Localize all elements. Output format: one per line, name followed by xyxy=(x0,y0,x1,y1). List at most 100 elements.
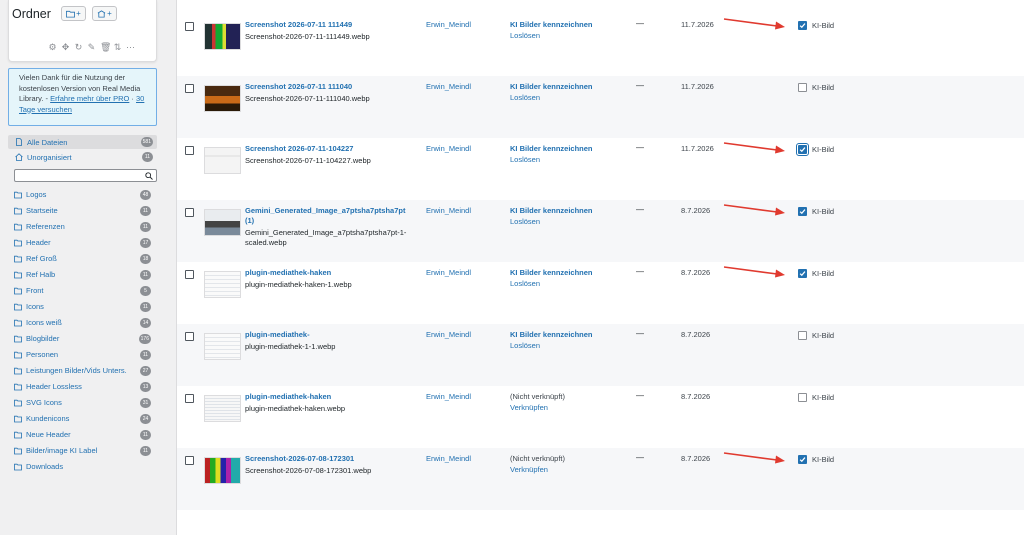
folder-item[interactable]: Header Lossless 13 xyxy=(14,380,157,393)
folder-count: 11 xyxy=(140,301,151,312)
ki-image-checkbox[interactable] xyxy=(798,21,807,30)
ki-image-checkbox[interactable] xyxy=(798,269,807,278)
new-collection-button[interactable]: + xyxy=(92,6,117,21)
author-link[interactable]: Erwin_Meindl xyxy=(426,20,471,29)
more-icon[interactable]: ⋯ xyxy=(126,42,135,53)
learn-more-link[interactable]: Erfahre mehr über PRO xyxy=(50,94,129,103)
folder-count: 11 xyxy=(140,221,151,232)
media-title-link[interactable]: plugin-mediathek- xyxy=(245,330,310,340)
folder-icon xyxy=(14,383,22,390)
author-link[interactable]: Erwin_Meindl xyxy=(426,392,471,401)
media-title-link[interactable]: Screenshot 2026-07-11-104227 xyxy=(245,144,353,154)
folder-item[interactable]: Ref Halb 11 xyxy=(14,268,157,281)
media-thumbnail[interactable] xyxy=(204,147,241,174)
folder-item[interactable]: SVG Icons 31 xyxy=(14,396,157,409)
media-thumbnail[interactable] xyxy=(204,271,241,298)
attach-action-link[interactable]: Verknüpfen xyxy=(510,403,548,412)
folder-item[interactable]: Bilder/image KI Label 11 xyxy=(14,444,157,457)
unorganized-count: 11 xyxy=(142,152,153,162)
folder-item[interactable]: Icons 11 xyxy=(14,300,157,313)
author-link[interactable]: Erwin_Meindl xyxy=(426,330,471,339)
row-select-checkbox[interactable] xyxy=(185,456,194,465)
attachment-status[interactable]: KI Bilder kennzeichnen xyxy=(510,268,593,277)
author-link[interactable]: Erwin_Meindl xyxy=(426,268,471,277)
ki-image-label: KI-Bild xyxy=(812,393,835,402)
attach-action-link[interactable]: Verknüpfen xyxy=(510,465,548,474)
media-title-link[interactable]: Screenshot-2026-07-08-172301 xyxy=(245,454,354,464)
refresh-icon[interactable]: ↻ xyxy=(74,42,83,53)
folder-label: Header xyxy=(26,238,51,247)
author-link[interactable]: Erwin_Meindl xyxy=(426,82,471,91)
author-link[interactable]: Erwin_Meindl xyxy=(426,144,471,153)
edit-icon[interactable]: ✎ xyxy=(87,42,96,53)
media-thumbnail[interactable] xyxy=(204,209,241,236)
folder-item[interactable]: Icons weiß 14 xyxy=(14,316,157,329)
folder-icon xyxy=(14,287,22,294)
folder-search-input[interactable] xyxy=(14,169,157,182)
media-title-link[interactable]: plugin-mediathek-haken xyxy=(245,392,331,402)
folder-item[interactable]: Referenzen 11 xyxy=(14,220,157,233)
media-thumbnail[interactable] xyxy=(204,395,241,422)
row-select-checkbox[interactable] xyxy=(185,84,194,93)
media-title-link[interactable]: plugin-mediathek-haken xyxy=(245,268,331,278)
row-select-checkbox[interactable] xyxy=(185,394,194,403)
trash-icon[interactable]: 🗑 xyxy=(100,42,111,53)
attachment-status[interactable]: KI Bilder kennzeichnen xyxy=(510,20,593,29)
attach-action-link[interactable]: Loslösen xyxy=(510,31,540,40)
attachment-status[interactable]: KI Bilder kennzeichnen xyxy=(510,82,593,91)
media-thumbnail[interactable] xyxy=(204,85,241,112)
ki-image-checkbox[interactable] xyxy=(798,83,807,92)
folder-item[interactable]: Header 17 xyxy=(14,236,157,249)
author-link[interactable]: Erwin_Meindl xyxy=(426,206,471,215)
folder-item[interactable]: Logos 48 xyxy=(14,188,157,201)
row-select-checkbox[interactable] xyxy=(185,146,194,155)
ki-image-checkbox[interactable] xyxy=(796,143,809,156)
attach-action-link[interactable]: Loslösen xyxy=(510,279,540,288)
row-select-checkbox[interactable] xyxy=(185,332,194,341)
folder-item[interactable]: Neue Header 11 xyxy=(14,428,157,441)
media-thumbnail[interactable] xyxy=(204,457,241,484)
media-thumbnail[interactable] xyxy=(204,23,241,50)
row-select-checkbox[interactable] xyxy=(185,208,194,217)
ki-image-checkbox[interactable] xyxy=(798,331,807,340)
table-row: Screenshot-2026-07-08-172301 Screenshot-2… xyxy=(177,448,1024,510)
folder-label: SVG Icons xyxy=(26,398,62,407)
attach-action-link[interactable]: Loslösen xyxy=(510,341,540,350)
folder-label: Kundenicons xyxy=(26,414,70,423)
sort-icon[interactable]: ⇅ xyxy=(113,42,122,53)
folder-item[interactable]: Kundenicons 24 xyxy=(14,412,157,425)
row-select-checkbox[interactable] xyxy=(185,22,194,31)
attach-action-link[interactable]: Loslösen xyxy=(510,217,540,226)
upload-date: 8.7.2026 xyxy=(681,454,711,463)
folder-icon xyxy=(66,10,76,18)
folder-item[interactable]: Leistungen Bilder/Vids Unters. 27 xyxy=(14,364,157,377)
new-folder-button[interactable]: + xyxy=(61,6,86,21)
attach-action-link[interactable]: Loslösen xyxy=(510,155,540,164)
media-title-link[interactable]: Gemini_Generated_Image_a7ptsha7ptsha7pt(… xyxy=(245,206,405,226)
attachment-status[interactable]: KI Bilder kennzeichnen xyxy=(510,144,593,153)
ki-image-checkbox[interactable] xyxy=(798,455,807,464)
unorganized-item[interactable]: Unorganisiert 11 xyxy=(8,150,157,164)
author-link[interactable]: Erwin_Meindl xyxy=(426,454,471,463)
attachment-status[interactable]: KI Bilder kennzeichnen xyxy=(510,330,593,339)
media-title-link[interactable]: Screenshot 2026-07-11 111449 xyxy=(245,20,352,30)
ki-image-label: KI-Bild xyxy=(812,269,835,278)
folder-count: 17 xyxy=(140,237,151,248)
attach-action-link[interactable]: Loslösen xyxy=(510,93,540,102)
attachment-status[interactable]: KI Bilder kennzeichnen xyxy=(510,206,593,215)
media-thumbnail[interactable] xyxy=(204,333,241,360)
folder-item[interactable]: Blogbilder 176 xyxy=(14,332,157,345)
folder-item[interactable]: Startseite 11 xyxy=(14,204,157,217)
ki-image-checkbox[interactable] xyxy=(798,393,807,402)
folder-item[interactable]: Downloads xyxy=(14,460,157,473)
folder-item[interactable]: Front 5 xyxy=(14,284,157,297)
media-title-link[interactable]: Screenshot 2026-07-11 111040 xyxy=(245,82,352,92)
ki-image-checkbox[interactable] xyxy=(798,207,807,216)
move-icon[interactable]: ✥ xyxy=(61,42,70,53)
row-select-checkbox[interactable] xyxy=(185,270,194,279)
folder-count: 14 xyxy=(140,317,151,328)
gear-icon[interactable]: ⚙ xyxy=(48,42,57,53)
folder-item[interactable]: Personen 11 xyxy=(14,348,157,361)
all-files-item[interactable]: Alle Dateien 581 xyxy=(8,135,157,149)
folder-item[interactable]: Ref Groß 18 xyxy=(14,252,157,265)
